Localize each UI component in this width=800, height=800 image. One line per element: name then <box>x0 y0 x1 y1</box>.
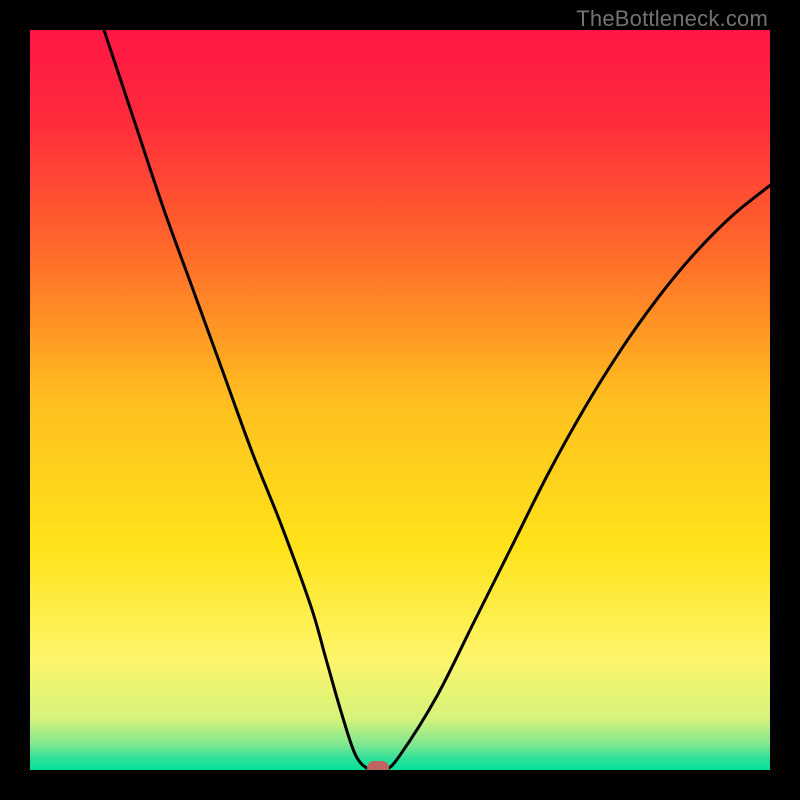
watermark-text: TheBottleneck.com <box>576 6 768 32</box>
chart-frame: TheBottleneck.com <box>0 0 800 800</box>
curve-layer <box>30 30 770 770</box>
optimal-marker <box>367 761 389 770</box>
plot-area <box>30 30 770 770</box>
bottleneck-curve <box>104 30 770 770</box>
